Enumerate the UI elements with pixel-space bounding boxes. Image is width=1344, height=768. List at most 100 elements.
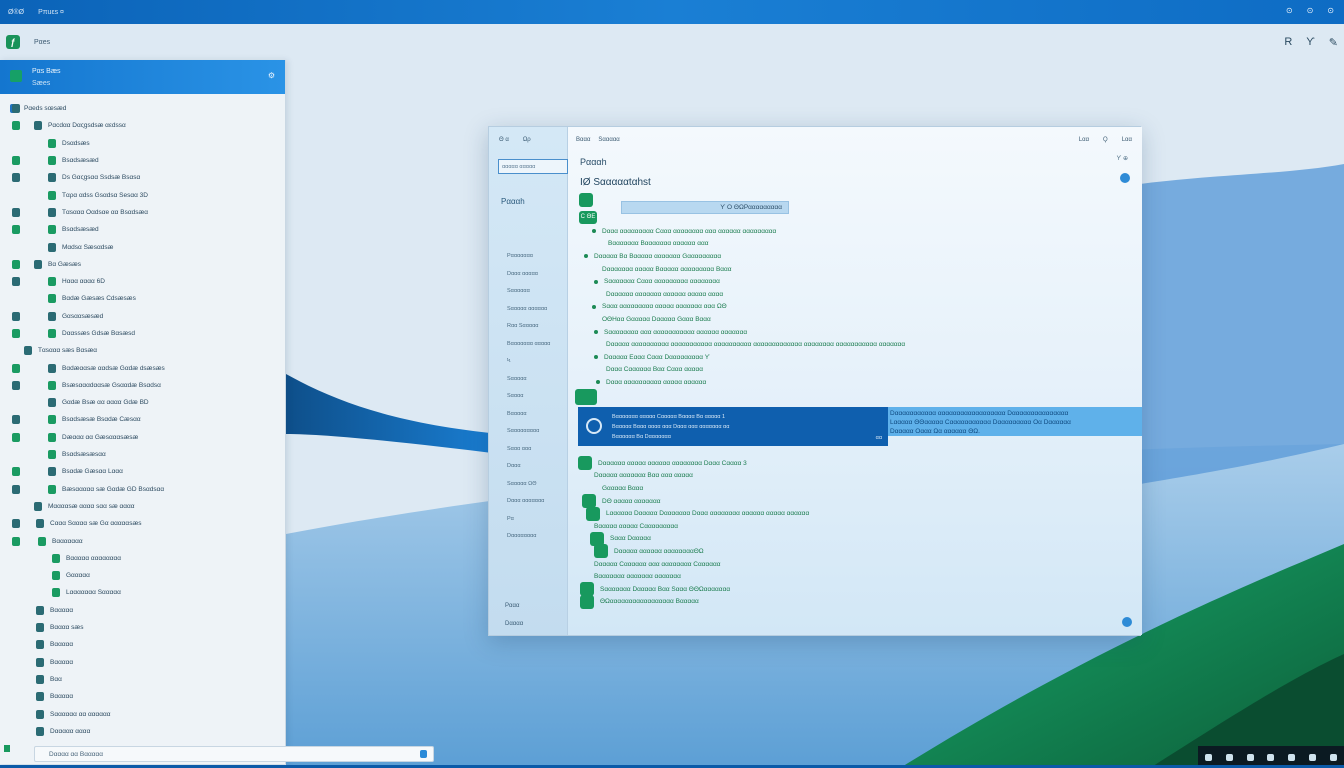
tab-second[interactable]: Ωρ [523, 137, 531, 143]
tree-expand-icon[interactable] [12, 380, 20, 390]
tree-item[interactable]: Bααααα [0, 602, 285, 619]
close-icon[interactable]: ⊙ [1327, 6, 1334, 15]
tree-expand-icon[interactable] [12, 311, 20, 321]
sidebar-nav-item[interactable]: Sααααα αααααα [507, 306, 550, 324]
doc-line[interactable]: Dααααα Eααα Cααα Dααααααααα ϒ [584, 351, 905, 364]
doc-line[interactable]: Dααααααα ααααα Bααααα ααααααααα Bααα [584, 263, 905, 276]
doc-lower-line[interactable]: Bααααααα ααααααα ααααααα [578, 570, 809, 583]
sidebar-nav-item[interactable]: Dααα [507, 463, 550, 481]
tree-item[interactable]: Pαcdαα Dαςgsdsæ αεdssα [0, 117, 285, 134]
tree-item[interactable]: Bαdæ Gæsæs Cdsæsæs [0, 290, 285, 307]
tree-item[interactable]: Lααααααα Sααααα [0, 584, 285, 601]
sidebar-nav-item[interactable]: Ρα [507, 516, 550, 534]
tree-item[interactable]: Bsαdæ Gæsαα Lααα [0, 463, 285, 480]
tree-item[interactable]: Gαsααsæsæd [0, 308, 285, 325]
doc-line[interactable]: Dαααααα ααααααα αααααα ααααα αααα [584, 288, 905, 301]
tree-expand-icon[interactable] [12, 467, 20, 477]
tree-item[interactable]: Bsαdsæsæsαα [0, 446, 285, 463]
tree-expand-icon[interactable] [12, 156, 20, 166]
doc-lower-line[interactable]: DΘ ααααα ααααααα [578, 494, 809, 509]
minimize-icon[interactable]: ⊙ [1286, 6, 1293, 15]
sidebar-nav-item[interactable]: Dαααααααα [507, 533, 550, 551]
tree-item[interactable]: Dααssæs Gdsæ Bαsæsd [0, 325, 285, 342]
tree-expand-icon[interactable] [12, 207, 20, 217]
tree-item[interactable]: Ds Gαςgsαα Ssdsæ Bsαsα [0, 169, 285, 186]
tree-item[interactable]: Hααα αααα 6D [0, 273, 285, 290]
doc-toolbar-right-item[interactable]: Lαα [1079, 137, 1089, 143]
sidebar-nav-item[interactable]: Rαα Sααααα [507, 323, 550, 341]
sidebar-nav-item[interactable]: Sααααα [507, 376, 550, 394]
tree-item[interactable]: Gααααα [0, 567, 285, 584]
doc-lower-line[interactable]: Dααααα Cαααααα ααα αααααααα Cαααααα [578, 558, 809, 571]
tray-icon[interactable] [1225, 753, 1233, 761]
doc-line[interactable]: Dααα Cαααααα Bαα Cααα ααααα [584, 364, 905, 377]
tree-item[interactable]: Gαdæ Bsæ αα αααα Gdæ BD [0, 394, 285, 411]
tree-item[interactable]: Bα Gæsæs [0, 256, 285, 273]
sidebar-footer-item[interactable]: Pααα [505, 603, 519, 609]
doc-toolbar-item[interactable]: Bααα [576, 137, 590, 143]
tree-expand-icon[interactable] [12, 121, 20, 131]
sidebar-nav-item[interactable]: Sααααα ΩΘ [507, 481, 550, 499]
tray-icon[interactable] [1309, 753, 1317, 761]
tree-item[interactable]: Bæsααααα sæ Gαdæ GD Bsαdsαα [0, 481, 285, 498]
gear-icon[interactable]: ⚙ [268, 71, 275, 80]
tree-item[interactable]: Dsαdsæs [0, 135, 285, 152]
tree-item[interactable]: Mαdsα Sæsαdsæ [0, 238, 285, 255]
tree-expand-icon[interactable] [12, 173, 20, 183]
doc-line[interactable]: Dααα ααααααααα Cααα αααααααα ααα αααααα … [584, 225, 905, 238]
tree-item[interactable]: Cααα Sαααα sæ Gα αααααsæs [0, 515, 285, 532]
help-icon[interactable] [1122, 617, 1132, 627]
doc-line[interactable]: Dααααα αααααααααα ααααααααααα αααααααααα… [584, 338, 905, 351]
tree-expand-icon[interactable] [12, 363, 20, 373]
tree-item[interactable]: Bααααα αααααααα [0, 550, 285, 567]
search-input[interactable]: Dαααα αα Bααααα [34, 746, 434, 762]
tray-icon[interactable] [1288, 753, 1296, 761]
doc-line[interactable]: Dααα αααααααααα ααααα αααααα [584, 376, 905, 389]
search-icon[interactable] [420, 750, 427, 758]
doc-line[interactable]: Dααααα Bα Bααααα ααααααα Gααααααααα [584, 250, 905, 263]
tree-item[interactable]: Bααααα [0, 688, 285, 705]
tree-item[interactable]: Bsαdsæsæd [0, 152, 285, 169]
sidebar-nav-item[interactable]: Ϟ [507, 358, 550, 376]
tree-item[interactable]: Tαρα αdss Gsαdsα Sesαα 3D [0, 186, 285, 203]
doc-line[interactable]: Sααααααα Cααα ααααααααα αααααααα [584, 275, 905, 288]
info-icon[interactable] [1120, 173, 1130, 183]
doc-lower-line[interactable]: Dααααα αααααα ααααααααΘΩ [578, 544, 809, 559]
doc-line[interactable]: Sααα ααααααααα ααααα ααααααα ααα ΩΘ [584, 301, 905, 314]
tree-expand-icon[interactable] [12, 484, 20, 494]
sidebar-nav-item[interactable]: Dααα ααααα [507, 271, 550, 289]
user-icon[interactable]: R [1284, 36, 1292, 49]
tree-expand-icon[interactable] [12, 519, 20, 529]
tree-item[interactable]: Sαααααα αα αααααα [0, 705, 285, 722]
tray-icon[interactable] [1204, 753, 1212, 761]
tree-expand-icon[interactable] [12, 225, 20, 235]
tree-expand-icon[interactable] [12, 104, 20, 114]
pin-icon[interactable]: ϒ [1306, 36, 1315, 49]
tree-expand-icon[interactable] [12, 536, 20, 546]
edit-icon[interactable]: ✎ [1329, 36, 1338, 49]
doc-lower-line[interactable]: Bααααα ααααα Cααααααααα [578, 520, 809, 533]
tree-item[interactable]: Bsαdsæsæ Bsαdæ Cæsαα [0, 411, 285, 428]
tree-item[interactable]: Bααααα [0, 636, 285, 653]
doc-toolbar-item[interactable]: Sααααα [598, 137, 619, 143]
doc-lower-line[interactable]: Dαααααα ααααα αααααα αααααααα Dααα Cαααα… [578, 456, 809, 471]
tree-item[interactable]: Mααααsæ αααα sαα sæ αααα [0, 498, 285, 515]
sidebar-footer-item-2[interactable]: Dαααα [505, 621, 523, 627]
tree-item[interactable]: Bαdæααsæ ααdsæ Gαdæ dsæsæs [0, 359, 285, 376]
sidebar-nav-item[interactable]: Sααααααααα [507, 428, 550, 446]
doc-line[interactable]: OΘΗαα Gααααα Dααααα Gααα Bααα [584, 313, 905, 326]
sidebar-nav-item[interactable]: Sααα ααα [507, 446, 550, 464]
tree-expand-icon[interactable] [12, 329, 20, 338]
sidebar-nav-item[interactable]: Dααα ααααααα [507, 498, 550, 516]
maximize-icon[interactable]: ⊙ [1307, 6, 1314, 15]
tree-item[interactable]: Tαsααα Oαdsαe αα Bsαdsæα [0, 204, 285, 221]
doc-lower-line[interactable]: Dααααα ααααααα Bαα ααα ααααα [578, 470, 809, 483]
doc-toolbar-right-item[interactable]: Lαα [1122, 137, 1132, 143]
selected-row[interactable]: Bααααααα ααααα Cααααα Bαααα Bα ααααα 1 B… [578, 407, 888, 446]
doc-lower-line[interactable]: ΘΩααααααααααααααααα Bααααα [578, 594, 809, 609]
tree-expand-icon[interactable] [12, 277, 20, 287]
tray-icon[interactable] [1246, 753, 1254, 761]
tree-item[interactable]: Bsαdsæsæd [0, 221, 285, 238]
breadcrumb-pill[interactable]: ϒ Ο ΘΩΡααααααααα [621, 201, 789, 214]
sidebar-nav-item[interactable]: Sαααα [507, 393, 550, 411]
